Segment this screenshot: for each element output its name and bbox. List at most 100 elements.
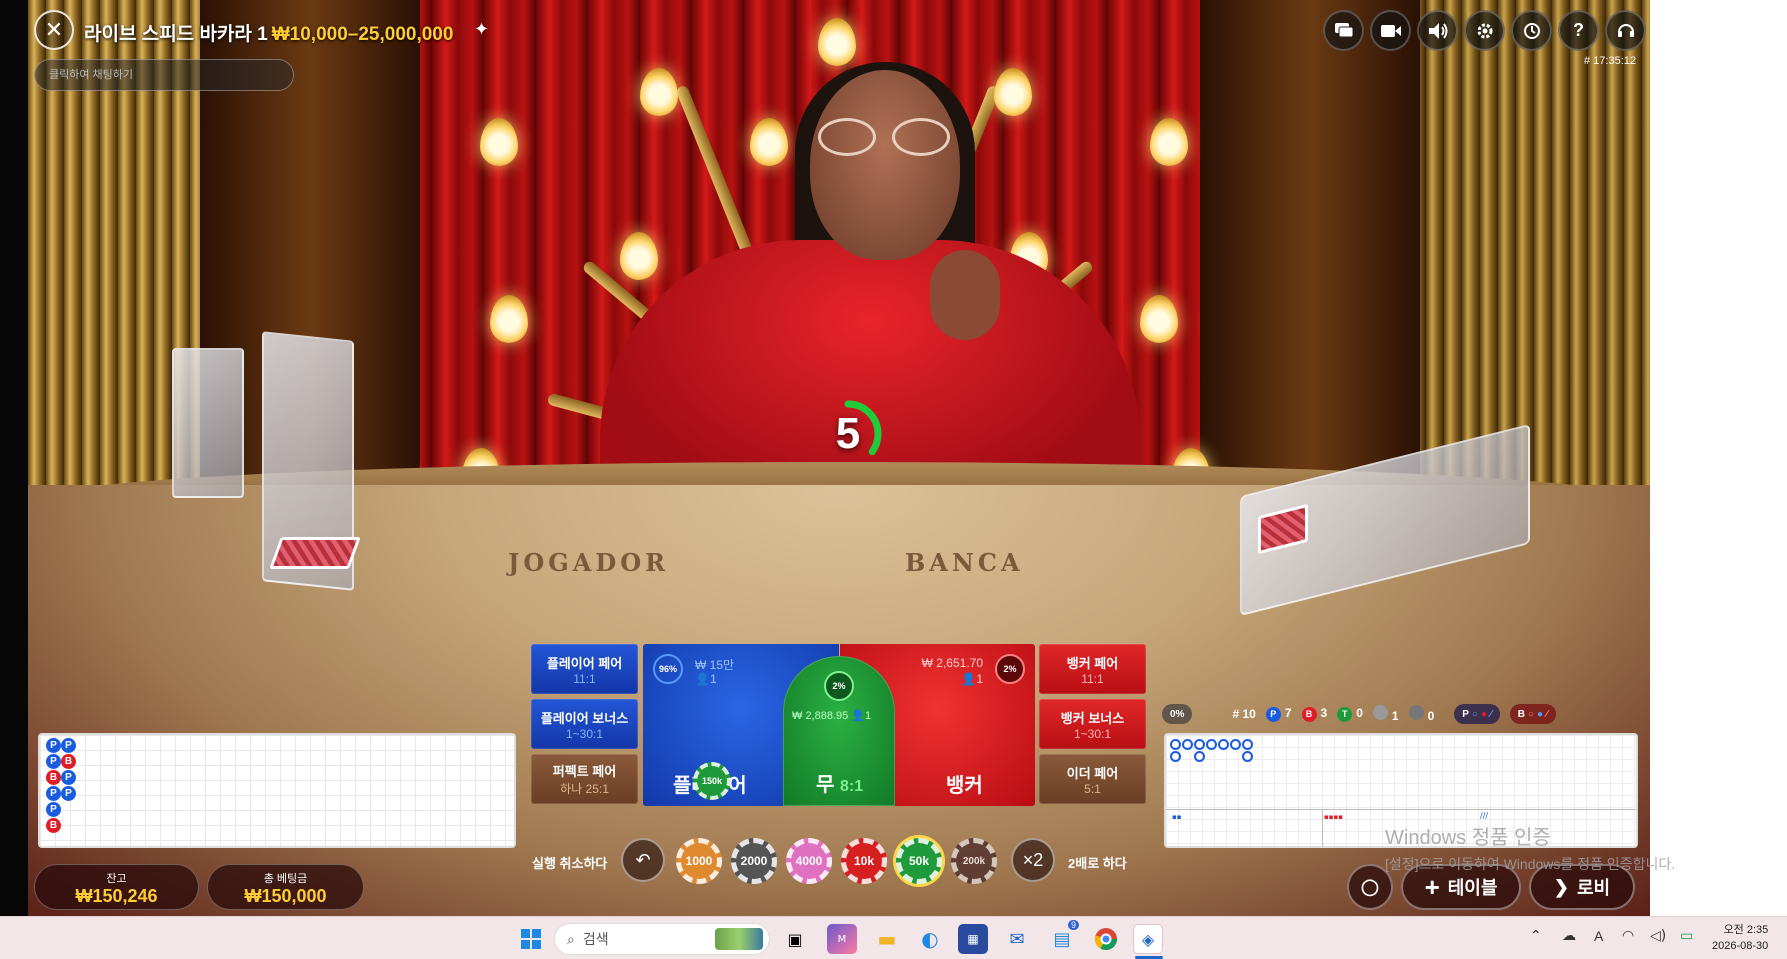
bead-player: P — [46, 786, 61, 801]
plus-icon: + — [1424, 871, 1440, 902]
desktop: JOGADOR BANCA 5 ✕ 라이브 스피드 바카라 1 ₩10,000–2… — [0, 0, 1787, 959]
bet-limits: ₩10,000–25,000,000 — [271, 24, 454, 45]
total-bet-value: ₩150,000 — [244, 886, 327, 906]
chip-1000[interactable]: 1000 — [676, 838, 722, 884]
support-icon[interactable] — [1605, 10, 1646, 51]
chip-50k[interactable]: 50k — [896, 838, 942, 884]
player-bet-amount: ₩ 15만 — [695, 658, 735, 672]
double-label: 2배로 하다 — [1068, 856, 1127, 871]
history-icon[interactable] — [1511, 10, 1552, 51]
top-toolbar: ? — [1323, 10, 1646, 51]
store-icon[interactable]: ▦ — [958, 924, 988, 954]
double-button[interactable]: ×2 — [1011, 838, 1055, 882]
big-road-mark — [1182, 739, 1193, 750]
banker-ask-button[interactable]: B ○ ● ∕ — [1509, 704, 1556, 724]
player-pair-label: 플레이어 페어 — [546, 655, 623, 671]
chat-input[interactable]: 클릭하여 채팅하기 — [34, 59, 294, 91]
player-pair-bet[interactable]: 플레이어 페어 11:1 — [531, 644, 638, 694]
chrome-icon[interactable] — [1091, 924, 1121, 954]
clock-date: 2026-08-30 — [1712, 940, 1769, 952]
perfect-pair-bet[interactable]: 퍼펙트 페어 하나 25:1 — [531, 754, 638, 804]
bead-player: P — [46, 738, 61, 753]
chat-icon[interactable] — [1323, 10, 1364, 51]
clock-time: 오전 2:35 — [1723, 924, 1769, 936]
settings-icon[interactable] — [1464, 10, 1505, 51]
undo-icon: ↶ — [635, 849, 651, 871]
m365-icon[interactable]: M — [827, 924, 857, 954]
big-road-mark — [1170, 739, 1181, 750]
stats-bar: 0% # 10 P7 B3 T0 1 0 P ○ ● ∕ B ○ ● ∕ — [1162, 702, 1640, 726]
chip-2000[interactable]: 2000 — [731, 838, 777, 884]
player-pct-badge: 96% — [653, 654, 683, 684]
big-road-mark — [1230, 739, 1241, 750]
balance-display: 잔고 ₩150,246 — [34, 864, 199, 910]
placed-chip: 150k — [693, 762, 731, 800]
road-divider — [1322, 809, 1323, 847]
sound-icon[interactable] — [1417, 10, 1458, 51]
stats-banker-pair-count: 0 — [1408, 705, 1435, 723]
windows-start-icon[interactable] — [516, 924, 546, 954]
battery-icon[interactable]: ▭ — [1680, 928, 1693, 944]
onedrive-icon[interactable]: ☁ — [1562, 928, 1576, 944]
undo-button[interactable]: ↶ — [621, 838, 665, 882]
tie-bet-area[interactable]: 2% ₩ 2,888.95 👤1 무 8:1 — [783, 656, 895, 806]
banker-pair-label: 뱅커 페어 — [1066, 655, 1119, 671]
throne-frame-right — [1200, 0, 1420, 520]
stats-player-value: 7 — [1284, 706, 1292, 720]
volume-icon[interactable]: ◁) — [1650, 928, 1666, 944]
player-bonus-label: 플레이어 보너스 — [540, 710, 629, 726]
help-icon[interactable]: ? — [1558, 10, 1599, 51]
banker-pair-bet[interactable]: 뱅커 페어 11:1 — [1039, 644, 1146, 694]
table-name: 라이브 스피드 바카라 1 — [84, 24, 268, 45]
player-bonus-odds: 1~30:1 — [565, 726, 604, 741]
ime-icon[interactable]: A — [1594, 928, 1603, 944]
pin-icon[interactable]: ✦ — [474, 19, 489, 40]
stats-percent: 0% — [1162, 704, 1193, 724]
balance-value: ₩150,246 — [75, 886, 158, 906]
bead-road[interactable]: PPPBBPPPPB — [38, 733, 516, 848]
player-bet-players: 1 — [709, 672, 717, 686]
video-icon[interactable] — [1370, 10, 1411, 51]
dealer-glasses — [818, 118, 958, 158]
task-view-icon[interactable]: ▣ — [780, 924, 810, 954]
search-icon: ⌕ — [567, 930, 575, 947]
messenger-icon[interactable]: ▤ 9 — [1047, 920, 1079, 954]
banker-ask-label: B — [1517, 708, 1525, 720]
cockroach-mark: ∕∕∕ — [1480, 811, 1489, 820]
player-bet-count: 👤1 — [695, 672, 717, 686]
stats-banker-pair-value: 0 — [1427, 709, 1435, 723]
countdown-seconds: 5 — [835, 409, 861, 458]
total-bet-display: 총 베팅금 ₩150,000 — [207, 864, 364, 910]
either-pair-bet[interactable]: 이더 페어 5:1 — [1039, 754, 1146, 804]
banker-bonus-bet[interactable]: 뱅커 보너스 1~30:1 — [1039, 699, 1146, 749]
chip-4000[interactable]: 4000 — [786, 838, 832, 884]
perfect-pair-label: 퍼펙트 페어 — [552, 764, 617, 779]
taskbar-search[interactable]: ⌕ 검색 — [554, 923, 770, 955]
either-pair-label: 이더 페어 — [1066, 765, 1119, 781]
wifi-icon[interactable]: ◠ — [1622, 928, 1634, 944]
chip-200k[interactable]: 200k — [951, 838, 997, 884]
balance-label: 잔고 — [106, 873, 127, 885]
outlook-icon[interactable]: ✉ — [1002, 924, 1032, 954]
banker-bet-count: 👤1 — [961, 672, 983, 686]
live-video-stage: JOGADOR BANCA 5 ✕ 라이브 스피드 바카라 1 ₩10,000–2… — [0, 0, 1650, 916]
bead-player: P — [61, 738, 76, 753]
user-icon: 👤 — [961, 672, 977, 686]
banker-bet-amount: ₩ 2,651.70 — [921, 656, 983, 670]
felt-player-text: JOGADOR — [508, 548, 670, 577]
close-button[interactable]: ✕ — [34, 10, 74, 50]
system-clock[interactable]: 오전 2:35 2026-08-30 — [1712, 922, 1768, 954]
edge-icon[interactable]: ◐ — [915, 924, 945, 954]
stats-banker-count: B3 — [1301, 706, 1327, 722]
stats-player-pair-value: 1 — [1391, 709, 1399, 723]
tray-overflow-icon[interactable]: ⌃ — [1530, 928, 1542, 944]
tie-bet-label: 무 8:1 — [816, 768, 863, 797]
chip-10k[interactable]: 10k — [841, 838, 887, 884]
close-icon: ✕ — [44, 17, 64, 43]
search-placeholder: 검색 — [582, 931, 609, 947]
file-explorer-icon[interactable]: ▬ — [872, 924, 902, 954]
active-app-icon[interactable]: ◈ — [1133, 924, 1163, 954]
player-ask-button[interactable]: P ○ ● ∕ — [1454, 704, 1500, 724]
player-bonus-bet[interactable]: 플레이어 보너스 1~30:1 — [531, 699, 638, 749]
discard-holder — [172, 348, 244, 498]
